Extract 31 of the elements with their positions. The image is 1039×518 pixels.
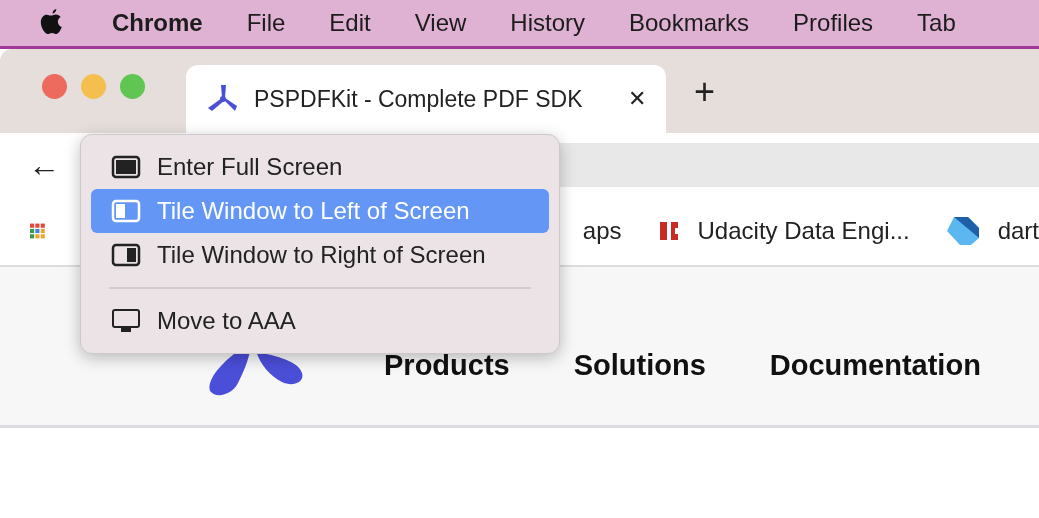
menu-item[interactable]: Tab <box>917 9 956 37</box>
bookmark-item[interactable]: Udacity Data Engi... <box>657 217 910 245</box>
back-button[interactable]: ← <box>28 146 60 184</box>
menu-option[interactable]: Enter Full Screen <box>91 145 549 189</box>
display-icon <box>111 308 141 334</box>
menu-item[interactable]: File <box>246 9 286 37</box>
bookmark-item[interactable]: aps <box>582 217 622 245</box>
menu-option[interactable]: Move to AAA <box>91 299 549 343</box>
tile-right-icon <box>111 243 141 267</box>
menu-item[interactable]: Chrome <box>112 9 203 37</box>
dart-logo-icon <box>945 216 980 246</box>
nav-link[interactable]: Solutions <box>573 351 706 380</box>
logo-icon <box>208 351 304 397</box>
menu-option[interactable]: Tile Window to Right of Screen <box>91 233 549 277</box>
menu-item[interactable]: Edit <box>329 9 371 37</box>
menu-item[interactable]: View <box>414 9 467 37</box>
minimize-window-icon[interactable] <box>81 73 106 99</box>
menu-item[interactable]: Bookmarks <box>629 9 750 37</box>
close-window-icon[interactable] <box>42 73 67 99</box>
nav-link[interactable]: Products <box>384 351 510 380</box>
new-tab-button[interactable]: + <box>694 71 716 113</box>
menu-item[interactable]: Profiles <box>793 9 874 37</box>
bookmark-item[interactable]: dart <box>945 216 1039 246</box>
browser-tab[interactable]: PSPDFKit - Complete PDF SDK ✕ <box>186 65 666 133</box>
menu-item[interactable]: History <box>510 9 585 37</box>
close-tab-button[interactable]: ✕ <box>628 86 646 112</box>
full-screen-icon <box>111 155 141 179</box>
tile-left-icon <box>111 199 141 223</box>
nav-link[interactable]: Documentation <box>769 351 981 380</box>
tab-title: PSPDFKit - Complete PDF SDK <box>254 85 584 113</box>
zoom-window-icon[interactable] <box>120 73 145 99</box>
